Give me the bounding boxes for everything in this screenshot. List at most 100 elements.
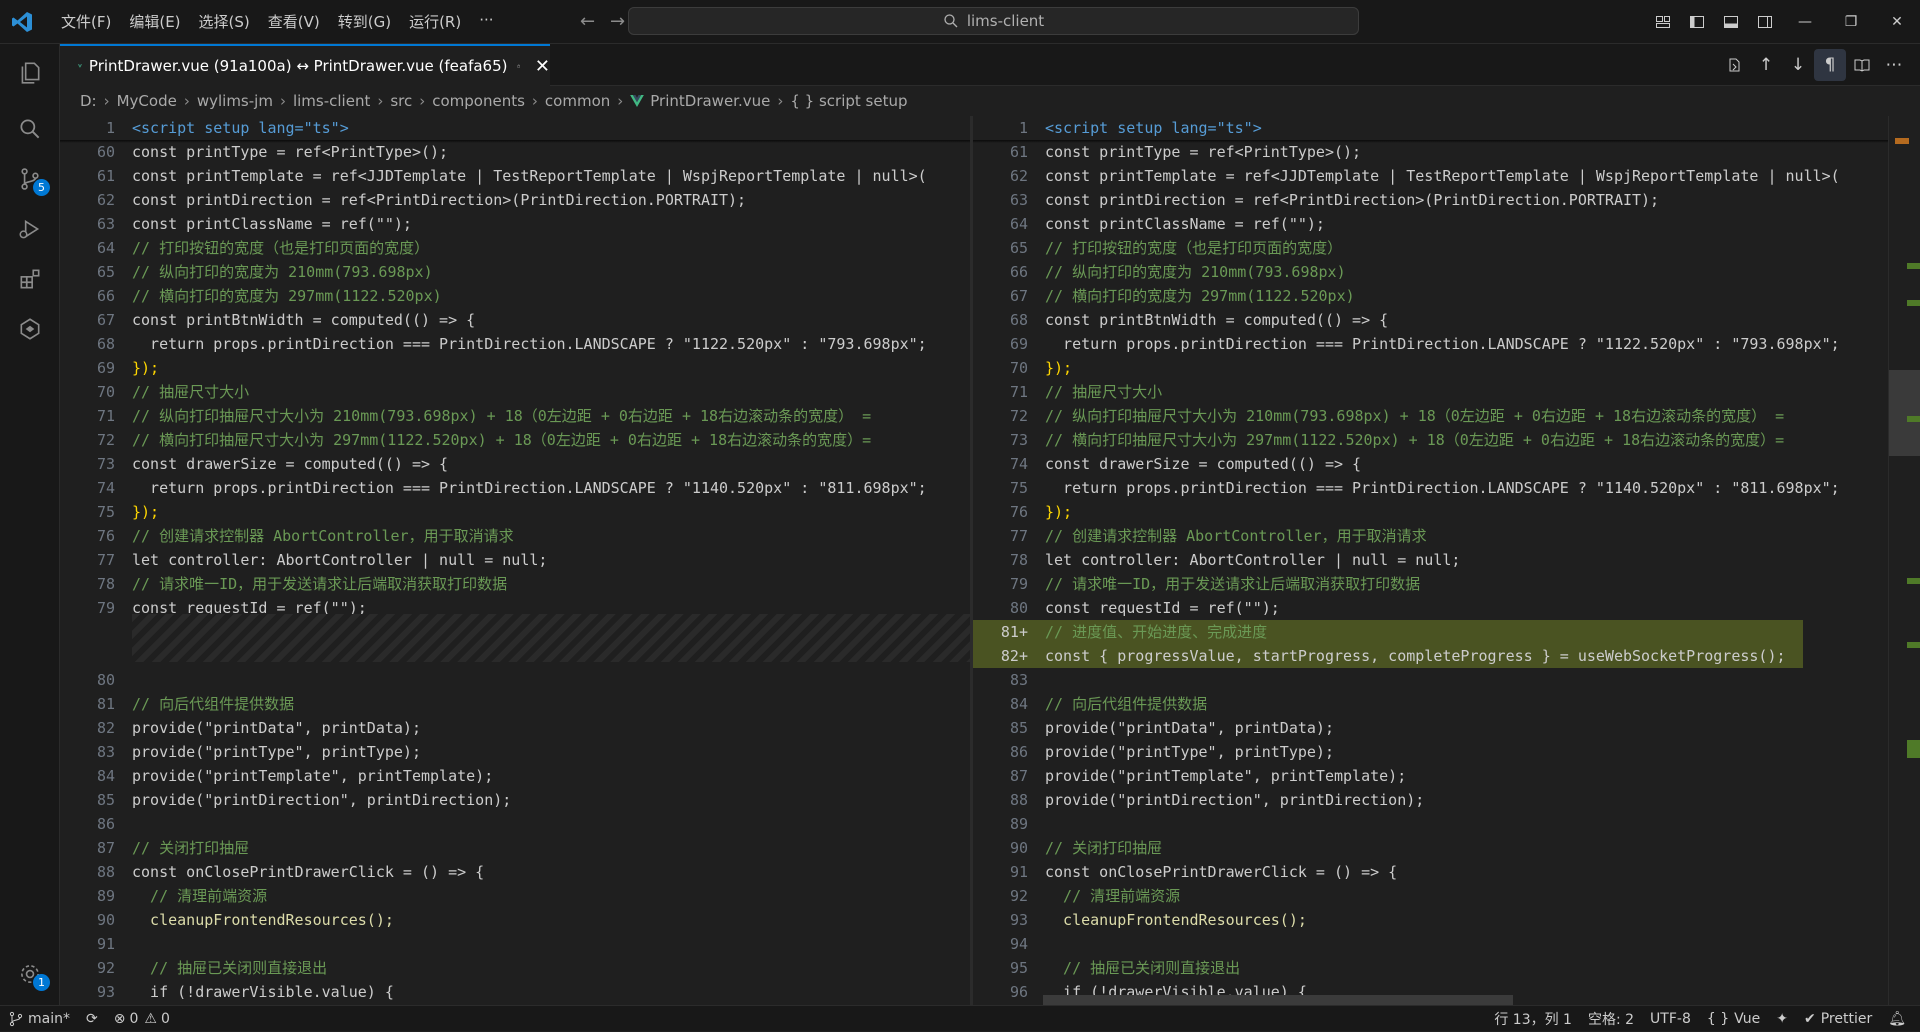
- code-line: 66// 纵向打印的宽度为 210mm(793.698px): [1009, 263, 1346, 281]
- language-name: Vue: [1734, 1011, 1761, 1027]
- code-line: 72// 横向打印抽屉尺寸大小为 297mm(1122.520px) + 18（…: [96, 431, 872, 449]
- menu-file[interactable]: 文件(F): [52, 7, 120, 36]
- toggle-panel-icon[interactable]: [1714, 0, 1748, 44]
- code-line: 69 return props.printDirection === Print…: [1009, 335, 1840, 353]
- breadcrumb-lims-client[interactable]: lims-client: [293, 92, 370, 110]
- code-line: 75 return props.printDirection === Print…: [1009, 479, 1840, 497]
- codegeex-status-icon[interactable]: ✦: [1768, 1006, 1796, 1032]
- ruler-mark: [1907, 300, 1920, 306]
- code-line: 83 provide("printType", printType);: [96, 743, 421, 761]
- breadcrumb-wylims[interactable]: wylims-jm: [197, 92, 273, 110]
- settings-gear-icon[interactable]: 1: [0, 949, 60, 999]
- code-line: 67 const printBtnWidth = computed(() => {: [96, 311, 476, 329]
- activity-bar: 5 1: [0, 44, 60, 1005]
- problems-indicator[interactable]: ⊗ 0 ⚠ 0: [106, 1006, 178, 1032]
- code-line: 68 return props.printDirection === Print…: [96, 335, 927, 353]
- chevron-right-icon: ›: [419, 92, 426, 110]
- more-actions-icon[interactable]: ⋯: [1878, 49, 1910, 81]
- previous-change-icon[interactable]: ↑: [1750, 49, 1782, 81]
- prettier-status[interactable]: ✔ Prettier: [1796, 1006, 1880, 1032]
- code-line: 92 // 抽屉已关闭则直接退出: [96, 959, 328, 977]
- vue-file-icon: [630, 95, 645, 107]
- show-whitespace-icon[interactable]: ¶: [1814, 49, 1846, 81]
- open-file-icon[interactable]: [1718, 49, 1750, 81]
- customize-layout-icon[interactable]: [1646, 0, 1680, 44]
- scrollbar-slider[interactable]: [1889, 370, 1920, 456]
- toggle-primary-sidebar-icon[interactable]: [1680, 0, 1714, 44]
- notifications-bell-icon[interactable]: 🔔︎: [1880, 1006, 1914, 1032]
- breadcrumb-symbol[interactable]: { } script setup: [790, 92, 907, 110]
- toggle-secondary-sidebar-icon[interactable]: [1748, 0, 1782, 44]
- tab-label: PrintDrawer.vue (91a100a) ↔ PrintDrawer.…: [88, 57, 508, 75]
- next-change-icon[interactable]: ↓: [1782, 49, 1814, 81]
- braces-icon: { }: [1706, 1011, 1730, 1027]
- warning-icon: ⚠: [144, 1010, 157, 1027]
- language-mode[interactable]: { } Vue: [1699, 1006, 1768, 1032]
- overview-ruler[interactable]: [1888, 116, 1920, 1005]
- warning-count: 0: [160, 1010, 170, 1027]
- code-line: 70// 抽屉尺寸大小: [96, 383, 250, 401]
- code-line: 65// 纵向打印的宽度为 210mm(793.698px): [96, 263, 433, 281]
- sync-icon[interactable]: ⟳: [78, 1006, 106, 1032]
- minimize-icon[interactable]: —: [1782, 0, 1828, 44]
- diff-original-pane[interactable]: 1 <script setup lang="ts"> 60 const printT…: [60, 116, 970, 1005]
- codegeex-icon[interactable]: [0, 304, 60, 354]
- close-window-icon[interactable]: ✕: [1874, 0, 1920, 44]
- code-line: 61 const printType = ref<PrintType>();: [1009, 143, 1362, 161]
- menu-go[interactable]: 转到(G): [329, 7, 400, 36]
- extensions-icon[interactable]: [0, 254, 60, 304]
- code-line: 80 const requestId = ref("");: [1009, 599, 1280, 617]
- source-control-icon[interactable]: 5: [0, 154, 60, 204]
- breadcrumb-mycode[interactable]: MyCode: [117, 92, 177, 110]
- double-check-icon: ✔: [1803, 1011, 1816, 1027]
- code-line: 77// 创建请求控制器 AbortController，用于取消请求: [1009, 527, 1427, 545]
- tab-printdrawer-diff[interactable]: PrintDrawer.vue (91a100a) ↔ PrintDrawer.…: [60, 44, 550, 86]
- breadcrumb-src[interactable]: src: [390, 92, 412, 110]
- code-line: 86 provide("printType", printType);: [1009, 743, 1334, 761]
- run-debug-icon[interactable]: [0, 204, 60, 254]
- menu-edit[interactable]: 编辑(E): [120, 7, 189, 36]
- explorer-icon[interactable]: [0, 48, 60, 98]
- indentation[interactable]: 空格: 2: [1580, 1006, 1642, 1032]
- breadcrumb-components[interactable]: components: [432, 92, 525, 110]
- chevron-right-icon: ›: [377, 92, 384, 110]
- search-sidebar-icon[interactable]: [0, 104, 60, 154]
- back-arrow-icon[interactable]: ←: [573, 7, 603, 37]
- code-line: 64 const printClassName = ref("");: [1009, 215, 1325, 233]
- code-line: 73 const drawerSize = computed(() => {: [96, 455, 449, 473]
- code-line: 63 const printDirection = ref<PrintDirect…: [1009, 191, 1660, 209]
- ruler-mark: [1907, 740, 1920, 758]
- breadcrumb: D: › MyCode › wylims-jm › lims-client › src ›…: [60, 86, 1920, 116]
- encoding[interactable]: UTF-8: [1642, 1006, 1699, 1032]
- menu-selection[interactable]: 选择(S): [190, 7, 259, 36]
- code-line: 82 provide("printData", printData);: [96, 719, 421, 737]
- code-line: 89: [1009, 815, 1028, 833]
- code-line: 67// 横向打印的宽度为 297mm(1122.520px): [1009, 287, 1355, 305]
- horizontal-scrollbar[interactable]: [1043, 995, 1513, 1005]
- code-line: 89 // 清理前端资源: [96, 887, 268, 905]
- code-line: 91: [96, 935, 115, 953]
- code-line: 84 provide("printTemplate", printTemplate…: [96, 767, 494, 785]
- code-line: 78// 请求唯一ID，用于发送请求让后端取消获取打印数据: [96, 575, 508, 593]
- open-preview-icon[interactable]: [1846, 49, 1878, 81]
- tab-bar: PrintDrawer.vue (91a100a) ↔ PrintDrawer.…: [60, 44, 1920, 86]
- branch-indicator[interactable]: main*: [0, 1006, 78, 1032]
- code-line: 86: [96, 815, 115, 833]
- cursor-position[interactable]: 行 13，列 1: [1486, 1006, 1580, 1032]
- restore-icon[interactable]: ❐: [1828, 0, 1874, 44]
- menu-more[interactable]: ···: [470, 7, 502, 36]
- menu-run[interactable]: 运行(R): [400, 7, 470, 36]
- code-line: 88 provide("printDirection", printDirecti…: [1009, 791, 1425, 809]
- breadcrumb-common[interactable]: common: [545, 92, 610, 110]
- breadcrumb-file[interactable]: PrintDrawer.vue: [650, 92, 770, 110]
- diff-modified-pane[interactable]: 1 <script setup lang="ts"> 61 const printT…: [973, 116, 1888, 1005]
- tab-close-icon[interactable]: ✕: [535, 56, 550, 77]
- command-center-search[interactable]: lims-client: [628, 7, 1359, 35]
- code-line: 66// 横向打印的宽度为 297mm(1122.520px): [96, 287, 442, 305]
- menu-view[interactable]: 查看(V): [259, 7, 329, 36]
- settings-badge: 1: [33, 974, 50, 991]
- code-line: 93 if (!drawerVisible.value) {: [96, 983, 394, 1001]
- ruler-mark: [1907, 416, 1920, 422]
- breadcrumb-drive[interactable]: D:: [80, 92, 97, 110]
- chevron-right-icon: ›: [777, 92, 784, 110]
